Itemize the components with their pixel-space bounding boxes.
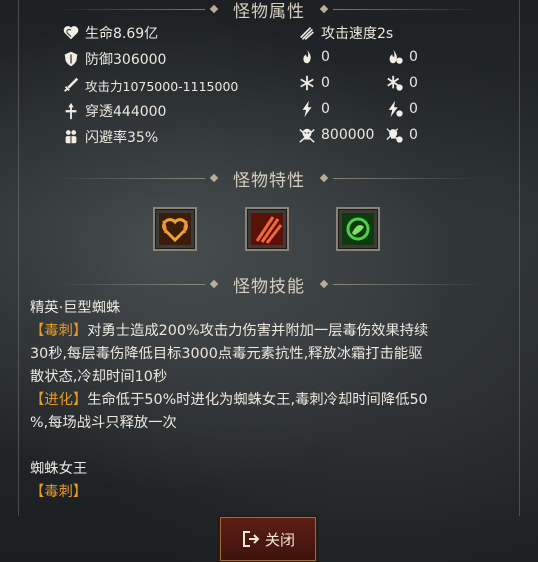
stat-attack: 攻击力1075000-1115000 <box>62 74 238 96</box>
skill-desc-line: 散状态,冷却时间10秒 <box>30 369 168 385</box>
stat-fire-resist: 0 <box>386 46 418 68</box>
sword-icon <box>62 76 80 94</box>
divider-diamond <box>319 279 329 289</box>
monster-name: 精英·巨型蜘蛛 <box>30 300 121 316</box>
evolved-name: 蜘蛛女王 <box>30 461 88 477</box>
divider-diamond <box>319 4 329 14</box>
dodge-icon <box>62 128 80 146</box>
attributes-title: 怪物属性 <box>233 1 305 22</box>
pierce-icon <box>62 102 80 120</box>
skill-desc-line: 30秒,每层毒伤降低目标3000点毒元素抗性,释放冰霜打击能驱 <box>30 346 423 362</box>
divider-line <box>55 177 205 179</box>
skill-poison-sting-evolved: 【毒刺】 <box>30 481 510 504</box>
stat-fire-attack: 0 <box>298 46 330 68</box>
divider-line <box>55 8 205 10</box>
traits-title: 怪物特性 <box>233 170 305 191</box>
trait-claw-slash[interactable] <box>245 207 289 251</box>
poison-resist-icon <box>386 126 404 144</box>
skills-title: 怪物技能 <box>233 276 305 297</box>
fire-attack-value: 0 <box>321 49 330 65</box>
claw-slash-trait-icon <box>251 213 283 245</box>
heart-flame-trait-icon <box>159 213 191 245</box>
ice-attack-value: 0 <box>321 75 330 91</box>
stat-attack-text: 攻击力1075000-1115000 <box>85 78 239 94</box>
stat-dodge-text: 闪避率35% <box>85 130 159 146</box>
skill-tag: 【毒刺】 <box>30 323 88 339</box>
trait-heart-flame[interactable] <box>153 207 197 251</box>
divider-line <box>333 8 483 10</box>
stat-defense: 防御306000 <box>62 48 166 70</box>
divider-diamond <box>209 4 219 14</box>
close-button-label: 关闭 <box>264 530 295 549</box>
stat-hp: 生命8.69亿 <box>62 22 158 44</box>
poison-attack-icon <box>298 126 316 144</box>
stat-lightning-attack: 0 <box>298 98 330 120</box>
stat-hp-text: 生命8.69亿 <box>85 26 159 42</box>
lightning-resist-icon <box>386 100 404 118</box>
stat-poison-attack: 800000 <box>298 124 374 146</box>
ice-resist-value: 0 <box>409 75 418 91</box>
stat-poison-resist: 0 <box>386 124 418 146</box>
trait-poison-cloud[interactable] <box>336 207 380 251</box>
stat-dodge: 闪避率35% <box>62 126 158 148</box>
stat-lightning-resist: 0 <box>386 98 418 120</box>
divider-diamond <box>209 279 219 289</box>
stat-pierce-text: 穿透444000 <box>85 104 167 120</box>
speed-icon <box>298 24 316 42</box>
poison-cloud-trait-icon <box>342 213 374 245</box>
exit-icon <box>241 529 261 549</box>
ice-attack-icon <box>298 74 316 92</box>
skill-tag: 【毒刺】 <box>30 484 88 500</box>
divider-line <box>55 283 205 285</box>
shield-icon <box>62 50 80 68</box>
close-button[interactable]: 关闭 <box>220 517 316 561</box>
divider-line <box>333 177 483 179</box>
lightning-attack-icon <box>298 100 316 118</box>
ice-resist-icon <box>386 74 404 92</box>
stat-defense-text: 防御306000 <box>85 52 167 68</box>
divider-diamond <box>319 173 329 183</box>
skill-poison-sting: 【毒刺】对勇士造成200%攻击力伤害并附加一层毒伤效果持续 <box>30 320 510 343</box>
attributes-section-header: 怪物属性 <box>0 0 538 23</box>
skills-description: 精英·巨型蜘蛛 【毒刺】对勇士造成200%攻击力伤害并附加一层毒伤效果持续 30… <box>30 297 510 504</box>
stat-pierce: 穿透444000 <box>62 100 166 122</box>
stat-ice-attack: 0 <box>298 72 330 94</box>
stat-attack-speed: 攻击速度2s <box>298 22 393 44</box>
skill-evolve: 【进化】生命低于50%时进化为蜘蛛女王,毒刺冷却时间降低50 <box>30 389 510 412</box>
poison-resist-value: 0 <box>409 127 418 143</box>
lightning-attack-value: 0 <box>321 101 330 117</box>
stat-attack-speed-text: 攻击速度2s <box>321 26 394 42</box>
skills-section-header: 怪物技能 <box>0 270 538 298</box>
divider-diamond <box>209 173 219 183</box>
heart-icon <box>62 24 80 42</box>
poison-attack-value: 800000 <box>321 127 375 143</box>
skill-desc: 对勇士造成200%攻击力伤害并附加一层毒伤效果持续 <box>87 323 429 339</box>
skill-desc-line: %,每场战斗只释放一次 <box>30 415 177 431</box>
lightning-resist-value: 0 <box>409 101 418 117</box>
traits-section-header: 怪物特性 <box>0 164 538 192</box>
fire-attack-icon <box>298 48 316 66</box>
stat-ice-resist: 0 <box>386 72 418 94</box>
fire-resist-icon <box>386 48 404 66</box>
skill-tag: 【进化】 <box>30 392 88 408</box>
fire-resist-value: 0 <box>409 49 418 65</box>
skill-desc: 生命低于50%时进化为蜘蛛女王,毒刺冷却时间降低50 <box>87 392 428 408</box>
divider-line <box>333 283 483 285</box>
